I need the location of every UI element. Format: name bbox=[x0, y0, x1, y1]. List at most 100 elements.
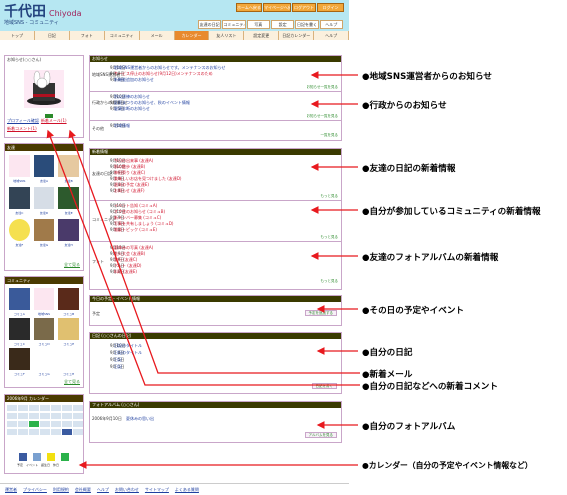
nav-item[interactable]: 友人リスト bbox=[209, 31, 245, 40]
header-button-mypage[interactable]: マイページへ戻る bbox=[263, 3, 291, 12]
community-news-row[interactable]: 9月 9日新メンバー募集 (コミュC) bbox=[90, 215, 341, 220]
nav-item[interactable]: 設定変更 bbox=[244, 31, 280, 40]
footer-link[interactable]: よくある質問 bbox=[175, 487, 199, 492]
header-menu-item[interactable]: コミュニティ bbox=[222, 20, 246, 29]
community-more-link[interactable]: 全て見る bbox=[64, 379, 80, 385]
community-thumb[interactable]: コミュD bbox=[33, 318, 55, 346]
community-thumb[interactable]: コミュC bbox=[9, 318, 30, 346]
friend-thumb[interactable]: 友達G bbox=[33, 219, 55, 247]
friend-diary-row[interactable]: 9月 9日神田祭り (友達C) bbox=[90, 170, 341, 175]
new-comment-link[interactable]: 新着コメント(1) bbox=[7, 126, 37, 132]
friend-diary-row[interactable]: 9月10日秋の散歩 (友達B) bbox=[90, 164, 341, 169]
friend-thumb[interactable]: 地域SNS bbox=[9, 155, 30, 183]
my-album-row[interactable]: 2006年9月10日 夏休みの思い出 bbox=[90, 416, 341, 421]
friend-diary-row[interactable]: 9月 8日週末の予定 (友達E) bbox=[90, 182, 341, 187]
community-thumb[interactable]: コミュB bbox=[58, 288, 79, 316]
nav-item[interactable]: ヘルプ bbox=[314, 31, 349, 40]
friend-thumb[interactable]: 友達A bbox=[33, 155, 55, 183]
community-thumb[interactable]: コミュE bbox=[58, 318, 79, 346]
site-subtitle: 地域SNS ‐ コミュニティ bbox=[4, 20, 59, 26]
community-news-row[interactable]: 9月 9日写真を共有しましょう (コミュD) bbox=[90, 221, 341, 226]
gov-notice-more-link[interactable]: お知らせ一覧を見る bbox=[307, 114, 338, 119]
site-logo[interactable]: 千代田 Chiyoda bbox=[4, 1, 82, 21]
misc-notice-row[interactable]: 9月10日地域情報 bbox=[90, 123, 341, 128]
admin-notice-more-link[interactable]: お知らせ一覧を見る bbox=[307, 85, 338, 90]
admin-notice-row[interactable]: 9月 9日サービス停止のお知らせ(9月12日)メンテナンスのため bbox=[90, 71, 341, 76]
admin-notice-row[interactable]: 9月10日地域SNS運営者からのお知らせです。メンテナンスのお知らせ bbox=[90, 65, 341, 70]
profile-link[interactable]: プロフィール確認 bbox=[7, 118, 39, 124]
footer-link[interactable]: 利用規約 bbox=[53, 487, 69, 492]
community-news-more-link[interactable]: もっと見る bbox=[321, 235, 339, 240]
footer-link[interactable]: 運営者 bbox=[5, 487, 17, 492]
friend-thumb[interactable]: 友達H bbox=[58, 219, 79, 247]
site-title-en: Chiyoda bbox=[49, 9, 82, 18]
gov-notice-row[interactable]: 9月10日防災訓練のお知らせ bbox=[90, 94, 341, 99]
header-button-logout[interactable]: ログアウト bbox=[292, 3, 316, 12]
footer-link[interactable]: サイトマップ bbox=[145, 487, 169, 492]
community-news-row[interactable]: 9月10日イベント告知 (コミュA) bbox=[90, 203, 341, 208]
footer-link[interactable]: ヘルプ bbox=[97, 487, 109, 492]
header-menu-item[interactable]: ヘルプ bbox=[319, 20, 343, 29]
friend-photo-row[interactable]: 9月 8日料理 (友達E) bbox=[90, 269, 341, 274]
footer-link[interactable]: プライバシー bbox=[23, 487, 47, 492]
my-diary-row[interactable]: 9月10日日記のタイトル bbox=[90, 343, 341, 348]
my-diary-row[interactable]: 9月 5日日記 bbox=[90, 357, 341, 362]
header-menu-item[interactable]: 設定 bbox=[270, 20, 295, 29]
nav-item[interactable]: トップ bbox=[0, 31, 35, 40]
footer-link[interactable]: 会社概要 bbox=[75, 487, 91, 492]
add-schedule-button[interactable]: 予定を追加する bbox=[304, 310, 337, 316]
friend-diary-row[interactable]: 9月 8日お知らせ (友達F) bbox=[90, 188, 341, 193]
friend-thumb[interactable]: 友達E bbox=[58, 187, 79, 215]
header-menu-item[interactable]: 写真 bbox=[246, 20, 270, 29]
site-title: 千代田 bbox=[4, 4, 46, 20]
friend-thumb[interactable]: 友達F bbox=[9, 219, 30, 247]
nav-item[interactable]: フォト bbox=[69, 31, 105, 40]
community-news-row[interactable]: 9月 8日雑談トピック (コミュE) bbox=[90, 227, 341, 232]
friend-thumb[interactable]: 友達D bbox=[33, 187, 55, 215]
gov-notice-row[interactable]: 9月 8日区民まつりのお知らせ、秋のイベント情報 bbox=[90, 100, 341, 105]
callout-admin-notice: ●地域SNS運営者からのお知らせ bbox=[362, 72, 493, 82]
nav-item[interactable]: 日記カレンダー bbox=[279, 31, 315, 40]
gov-notice-row[interactable]: 9月 5日健康診断のお知らせ bbox=[90, 106, 341, 111]
friend-thumb[interactable]: 友達C bbox=[9, 187, 30, 215]
new-mail-link[interactable]: 新着メール(1) bbox=[41, 118, 67, 124]
community-thumb[interactable]: コミュH bbox=[58, 348, 79, 376]
mail-icon[interactable] bbox=[45, 114, 53, 118]
friends-more-link[interactable]: 全て見る bbox=[64, 262, 80, 268]
friend-photo-row[interactable]: 9月 9日花火大会 (友達B) bbox=[90, 251, 341, 256]
community-thumb[interactable]: コミュA bbox=[9, 288, 30, 316]
friend-diary-row[interactable]: 9月 9日美味しいお店を見つけました (友達D) bbox=[90, 176, 341, 181]
header-button-home[interactable]: ホームへ戻る bbox=[236, 3, 262, 12]
header-button-login[interactable]: ログイン bbox=[317, 3, 344, 12]
friend-photo-row[interactable]: 9月 8日ペット (友達D) bbox=[90, 263, 341, 268]
footer-link[interactable]: お問い合わせ bbox=[115, 487, 139, 492]
nav-item[interactable]: メール bbox=[139, 31, 175, 40]
write-diary-button[interactable]: 日記を書く bbox=[311, 383, 337, 389]
nav-item[interactable]: 日記 bbox=[34, 31, 70, 40]
profile-title: お知らせ(○○さん) bbox=[5, 56, 83, 63]
friend-photo-more-link[interactable]: もっと見る bbox=[321, 279, 339, 284]
friend-diary-row[interactable]: 9月10日今日の出来事 (友達A) bbox=[90, 158, 341, 163]
view-album-button[interactable]: アルバムを見る bbox=[304, 432, 337, 438]
misc-notice-more-link[interactable]: 一覧を見る bbox=[321, 133, 339, 138]
friend-thumb[interactable]: 友達B bbox=[58, 155, 79, 183]
calendar-box: 2006年9月 カレンダー 予定 イベント 誕生日 休日 bbox=[4, 394, 84, 474]
nav-item[interactable]: コミュニティ bbox=[104, 31, 140, 40]
admin-notice-row[interactable]: 9月 8日新機能追加のお知らせ bbox=[90, 77, 341, 82]
nav-item-active[interactable]: カレンダー bbox=[174, 31, 210, 40]
calendar-grid[interactable] bbox=[7, 405, 83, 443]
header-menu-item[interactable]: 日記を書く bbox=[295, 20, 319, 29]
header-menu-item[interactable]: 友達の日記 bbox=[198, 20, 222, 29]
divider bbox=[90, 91, 341, 92]
magic-hat-avatar[interactable] bbox=[22, 68, 66, 110]
friend-diary-more-link[interactable]: もっと見る bbox=[321, 194, 339, 199]
footer-links: 運営者 プライバシー 利用規約 会社概要 ヘルプ お問い合わせ サイトマップ よ… bbox=[0, 483, 349, 495]
friend-photo-row[interactable]: 9月10日夏休みの写真 (友達A) bbox=[90, 245, 341, 250]
community-thumb[interactable]: コミュG bbox=[33, 348, 55, 376]
my-diary-row[interactable]: 9月 8日日記のタイトル bbox=[90, 350, 341, 355]
my-diary-row[interactable]: 9月 1日日記 bbox=[90, 364, 341, 369]
friend-photo-row[interactable]: 9月 9日旅行 (友達C) bbox=[90, 257, 341, 262]
community-news-row[interactable]: 9月10日オフ会のお知らせ (コミュB) bbox=[90, 209, 341, 214]
community-thumb[interactable]: 地域SNS bbox=[33, 288, 55, 316]
community-thumb[interactable]: コミュF bbox=[9, 348, 30, 376]
